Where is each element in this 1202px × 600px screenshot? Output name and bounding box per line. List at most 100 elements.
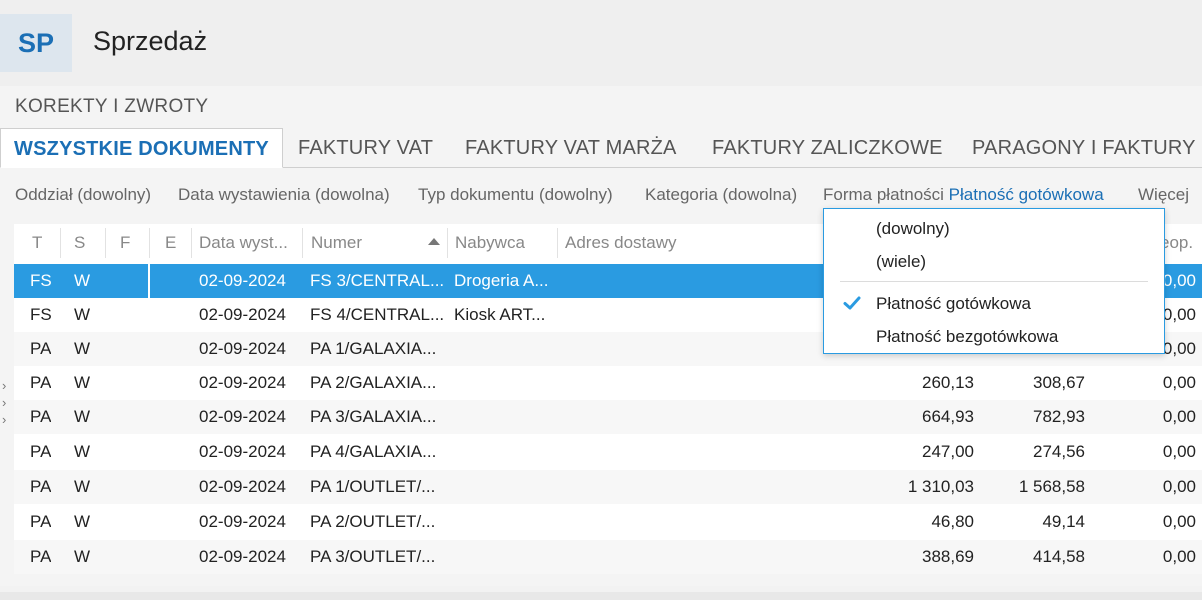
cell-gross: 308,67 — [1033, 373, 1085, 392]
cell-type: PA — [30, 407, 52, 426]
cell-type: FS — [30, 305, 52, 324]
filter-branch[interactable]: Oddział (dowolny) — [15, 185, 151, 205]
filter-payment-label: Forma płatności — [823, 185, 944, 204]
cell-last: 0,00 — [1162, 512, 1196, 531]
column-header-fiscal[interactable]: F — [120, 224, 130, 262]
cell-status: W — [74, 271, 91, 290]
cell-gross: 782,93 — [1033, 407, 1085, 426]
cell-net: 664,93 — [922, 407, 974, 426]
document-tabs: WSZYSTKIE DOKUMENTY FAKTURY VAT FAKTURY … — [0, 128, 1202, 168]
tab-receipts-and-invoices[interactable]: PARAGONY I FAKTURY U — [972, 128, 1202, 168]
cell-buyer: Drogeria A... — [454, 271, 549, 290]
filter-document-type[interactable]: Typ dokumentu (dowolny) — [418, 185, 613, 205]
cell-number: PA 2/OUTLET/... — [310, 512, 436, 531]
cell-type: FS — [30, 271, 52, 290]
column-divider[interactable] — [302, 228, 303, 258]
app-badge[interactable]: SP — [0, 14, 72, 72]
table-row[interactable]: PA W 02-09-2024 PA 3/GALAXIA... 664,93 7… — [14, 400, 1202, 434]
cell-status: W — [74, 407, 91, 426]
cell-type: PA — [30, 442, 52, 461]
table-row[interactable]: PA W 02-09-2024 PA 4/GALAXIA... 247,00 2… — [14, 435, 1202, 469]
cell-type: PA — [30, 373, 52, 392]
cell-last: 0,00 — [1162, 373, 1196, 392]
column-divider[interactable] — [105, 228, 106, 258]
cell-last: 0,00 — [1162, 407, 1196, 426]
filter-payment-value: Płatność gotówkowa — [948, 185, 1104, 204]
checkmark-icon — [843, 296, 861, 310]
cell-status: W — [74, 477, 91, 496]
cell-last: 0,00 — [1162, 477, 1196, 496]
cell-net: 1 310,03 — [907, 477, 974, 496]
column-header-status[interactable]: S — [74, 224, 85, 262]
dropdown-option-non-cash-payment[interactable]: Płatność bezgotówkowa — [876, 327, 1058, 347]
cell-type: PA — [30, 339, 52, 358]
cell-type: PA — [30, 547, 52, 566]
dropdown-option-cash-payment[interactable]: Płatność gotówkowa — [876, 294, 1031, 314]
cell-issue-date: 02-09-2024 — [199, 442, 286, 461]
filter-more[interactable]: Więcej — [1138, 185, 1189, 205]
table-row[interactable]: PA W 02-09-2024 PA 1/OUTLET/... 1 310,03… — [14, 470, 1202, 504]
filter-payment-form[interactable]: Forma płatności Płatność gotówkowa — [823, 185, 1104, 205]
column-divider[interactable] — [191, 228, 192, 258]
row-divider — [148, 264, 150, 298]
table-row[interactable]: PA W 02-09-2024 PA 3/OUTLET/... 388,69 4… — [14, 540, 1202, 574]
column-header-number[interactable]: Numer — [311, 224, 362, 262]
cell-net: 260,13 — [922, 373, 974, 392]
column-header-e[interactable]: E — [165, 224, 176, 262]
cell-status: W — [74, 339, 91, 358]
column-header-delivery-address[interactable]: Adres dostawy — [565, 224, 677, 262]
tab-vat-invoices[interactable]: FAKTURY VAT — [298, 128, 433, 168]
cell-issue-date: 02-09-2024 — [199, 339, 286, 358]
cell-number: FS 4/CENTRAL... — [310, 305, 445, 324]
column-divider[interactable] — [447, 228, 448, 258]
cell-last: 0,00 — [1162, 442, 1196, 461]
cell-gross: 49,14 — [1042, 512, 1085, 531]
column-header-issue-date[interactable]: Data wyst... — [199, 224, 288, 262]
expand-chevrons-icon[interactable]: › › › — [2, 377, 6, 428]
cell-status: W — [74, 547, 91, 566]
cell-number: PA 2/GALAXIA... — [310, 373, 437, 392]
cell-net: 388,69 — [922, 547, 974, 566]
cell-issue-date: 02-09-2024 — [199, 512, 286, 531]
cell-last: 0,00 — [1162, 547, 1196, 566]
cell-number: PA 1/GALAXIA... — [310, 339, 437, 358]
horizontal-scrollbar[interactable] — [0, 592, 1202, 600]
filter-issue-date[interactable]: Data wystawienia (dowolna) — [178, 185, 390, 205]
column-divider[interactable] — [149, 228, 150, 258]
table-row[interactable]: PA W 02-09-2024 PA 2/GALAXIA... 260,13 3… — [14, 366, 1202, 400]
cell-buyer — [454, 435, 559, 469]
dropdown-option-any[interactable]: (dowolny) — [876, 219, 950, 239]
cell-buyer — [454, 332, 559, 366]
cell-number: PA 3/GALAXIA... — [310, 407, 437, 426]
column-divider[interactable] — [557, 228, 558, 258]
cell-number: PA 3/OUTLET/... — [310, 547, 436, 566]
cell-type: PA — [30, 512, 52, 531]
filter-category[interactable]: Kategoria (dowolna) — [645, 185, 797, 205]
cell-status: W — [74, 442, 91, 461]
tab-vat-margin-invoices[interactable]: FAKTURY VAT MARŻA — [465, 128, 677, 168]
cell-number: PA 1/OUTLET/... — [310, 477, 436, 496]
dropdown-divider — [840, 281, 1148, 282]
tab-advance-invoices[interactable]: FAKTURY ZALICZKOWE — [712, 128, 943, 168]
cell-number: PA 4/GALAXIA... — [310, 442, 437, 461]
corrections-link[interactable]: KOREKTY I ZWROTY — [15, 96, 208, 118]
page-title: Sprzedaż — [93, 26, 208, 56]
cell-number: FS 3/CENTRAL... — [310, 271, 445, 290]
cell-status: W — [74, 305, 91, 324]
table-row[interactable]: PA W 02-09-2024 PA 2/OUTLET/... 46,80 49… — [14, 505, 1202, 539]
dropdown-option-multiple[interactable]: (wiele) — [876, 252, 926, 272]
cell-net: 46,80 — [931, 512, 974, 531]
cell-buyer — [454, 540, 559, 574]
column-header-buyer[interactable]: Nabywca — [455, 224, 525, 262]
cell-buyer — [454, 470, 559, 504]
cell-status: W — [74, 512, 91, 531]
cell-issue-date: 02-09-2024 — [199, 477, 286, 496]
cell-issue-date: 02-09-2024 — [199, 305, 286, 324]
sort-ascending-icon — [428, 238, 440, 245]
cell-gross: 414,58 — [1033, 547, 1085, 566]
cell-buyer — [454, 400, 559, 434]
column-divider[interactable] — [60, 228, 61, 258]
tab-all-documents[interactable]: WSZYSTKIE DOKUMENTY — [0, 128, 283, 168]
cell-buyer — [454, 366, 559, 400]
column-header-type[interactable]: T — [32, 224, 42, 262]
